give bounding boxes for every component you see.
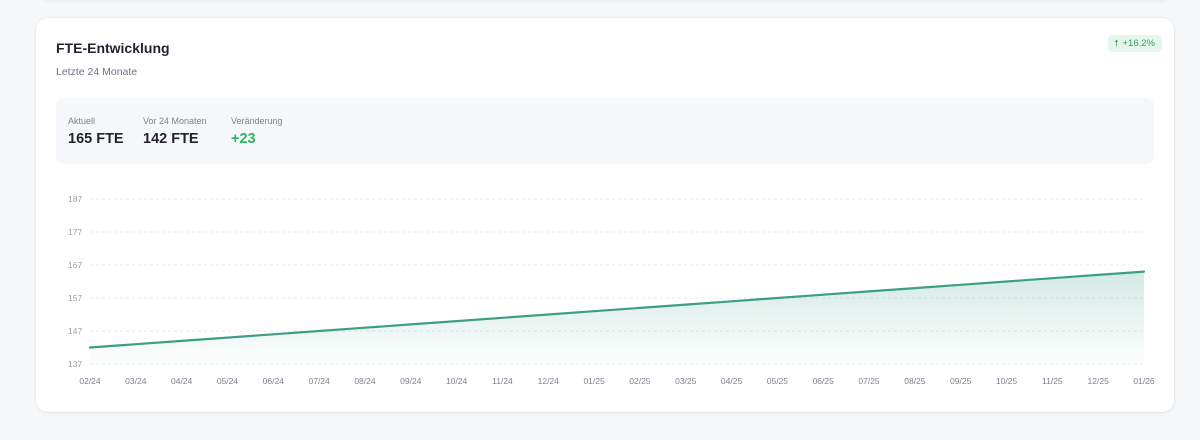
stat-change-value: +23 xyxy=(231,131,256,147)
y-tick-label: 147 xyxy=(68,326,82,336)
data-point xyxy=(1005,280,1008,283)
x-tick-label: 09/25 xyxy=(950,376,972,386)
data-point xyxy=(272,333,275,336)
data-point xyxy=(730,300,733,303)
x-tick-label: 04/25 xyxy=(721,376,743,386)
y-tick-label: 187 xyxy=(68,194,82,204)
x-tick-label: 01/25 xyxy=(583,376,605,386)
x-tick-label: 02/24 xyxy=(79,376,101,386)
data-point xyxy=(913,287,916,289)
x-tick-label: 05/25 xyxy=(767,376,789,386)
data-point xyxy=(1097,274,1100,276)
data-point xyxy=(455,320,458,322)
x-tick-label: 02/25 xyxy=(629,376,651,386)
data-point xyxy=(180,340,183,342)
x-tick-label: 05/24 xyxy=(217,376,239,386)
card-title: FTE-Entwicklung xyxy=(56,40,170,56)
series-area xyxy=(90,271,1144,364)
stat-current-value: 165 FTE xyxy=(68,131,124,147)
data-point xyxy=(547,313,550,316)
data-point xyxy=(868,290,870,293)
x-tick-label: 10/24 xyxy=(446,376,468,386)
data-point xyxy=(501,316,504,319)
stat-change: Veränderung +23 xyxy=(231,116,283,147)
x-tick-label: 07/25 xyxy=(858,376,880,386)
x-tick-label: 10/25 xyxy=(996,376,1018,386)
data-point xyxy=(134,343,137,346)
data-point xyxy=(822,293,825,296)
change-badge: 🠕 +16.2% xyxy=(1107,35,1162,52)
card-subtitle: Letzte 24 Monate xyxy=(56,66,138,78)
x-tick-label: 03/24 xyxy=(125,376,147,386)
data-point xyxy=(318,330,321,332)
x-tick-label: 12/25 xyxy=(1088,376,1110,386)
x-tick-label: 06/25 xyxy=(813,376,835,386)
x-tick-label: 01/26 xyxy=(1133,376,1155,386)
x-tick-label: 04/24 xyxy=(171,376,193,386)
stat-current: Aktuell 165 FTE xyxy=(68,116,124,147)
y-tick-label: 177 xyxy=(68,227,82,237)
data-point xyxy=(1143,270,1145,273)
data-point xyxy=(364,326,366,329)
data-point xyxy=(1051,277,1054,280)
stats-panel: Aktuell 165 FTE Vor 24 Monaten 142 FTE V… xyxy=(56,98,1154,164)
data-point xyxy=(959,283,962,286)
fte-card: FTE-Entwicklung Letzte 24 Monate 🠕 +16.2… xyxy=(36,18,1174,412)
fte-area-chart: 137 147 157 167 177 187 02/24 03/24 04/24 05/24 06… xyxy=(68,194,1155,386)
stat-previous-value: 142 FTE xyxy=(143,131,199,147)
stat-previous-label: Vor 24 Monaten xyxy=(143,116,207,126)
data-point xyxy=(226,336,229,339)
data-point xyxy=(776,297,779,299)
y-tick-label: 167 xyxy=(68,260,82,270)
data-point xyxy=(409,323,412,326)
stat-change-label: Veränderung xyxy=(231,116,283,126)
data-point xyxy=(89,346,91,349)
x-tick-label: 11/24 xyxy=(492,376,513,386)
change-badge-label: +16.2% xyxy=(1122,38,1156,49)
x-tick-label: 08/24 xyxy=(354,376,376,386)
arrow-up-icon: 🠕 xyxy=(1114,38,1119,48)
stat-previous: Vor 24 Monaten 142 FTE xyxy=(143,116,207,147)
x-tick-label: 11/25 xyxy=(1042,376,1063,386)
x-tick-label: 12/24 xyxy=(538,376,560,386)
data-point xyxy=(639,307,641,309)
x-tick-label: 09/24 xyxy=(400,376,422,386)
y-tick-label: 137 xyxy=(68,359,82,369)
stat-current-label: Aktuell xyxy=(68,116,96,126)
x-tick-label: 06/24 xyxy=(263,376,285,386)
y-tick-label: 157 xyxy=(68,293,82,303)
data-point xyxy=(593,310,595,313)
x-tick-label: 07/24 xyxy=(308,376,330,386)
x-tick-label: 08/25 xyxy=(904,376,926,386)
data-point xyxy=(684,303,687,306)
x-tick-label: 03/25 xyxy=(675,376,697,386)
